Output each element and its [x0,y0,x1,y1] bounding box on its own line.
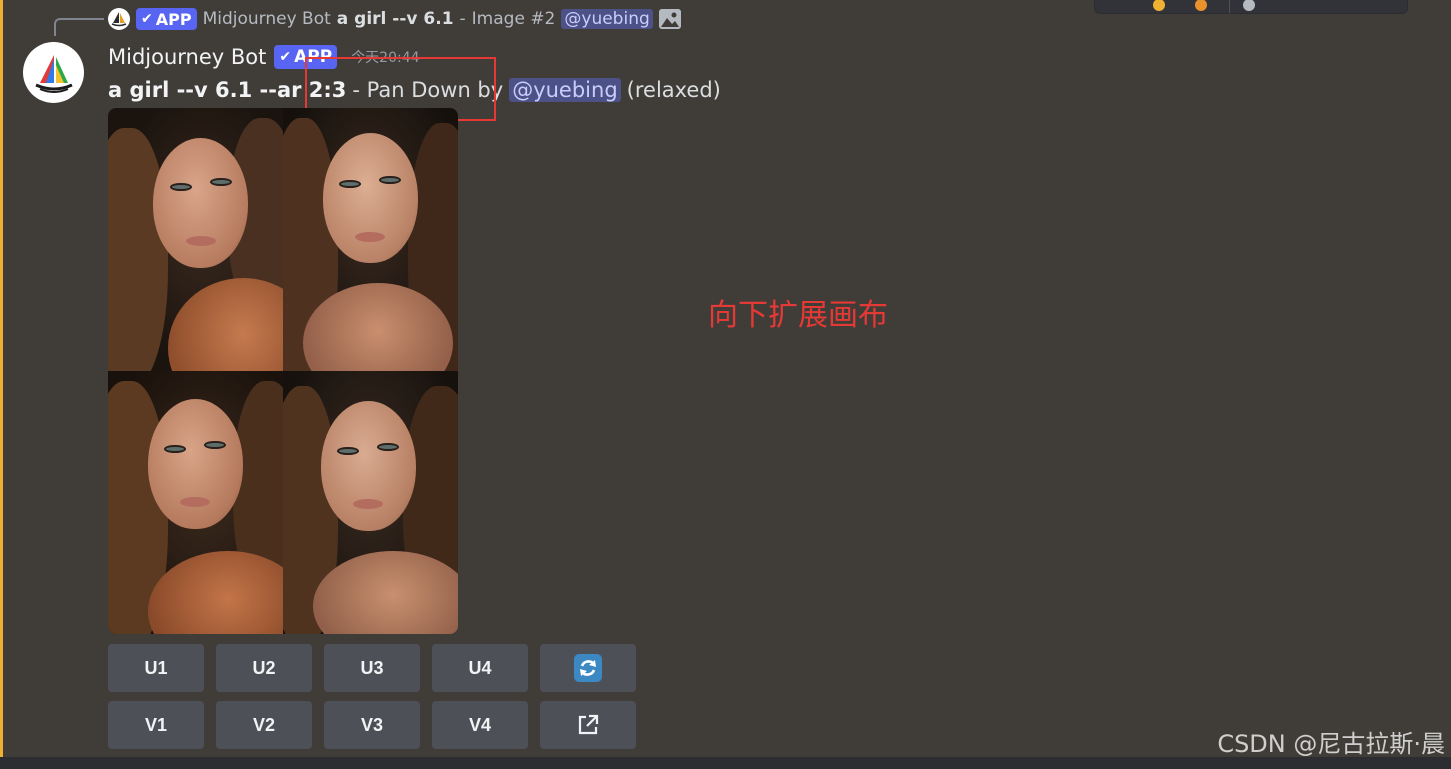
image-tile[interactable] [283,108,458,371]
watermark: CSDN @尼古拉斯·晨 [1217,730,1445,758]
more-options-icon[interactable] [1243,0,1255,11]
checkmark-icon: ✔ [141,11,153,27]
variation-1-button[interactable]: V1 [108,701,204,749]
mode-text: (relaxed) [626,78,721,102]
checkmark-icon: ✔ [279,49,292,65]
reply-reference[interactable]: ✔ APP Midjourney Bot a girl --v 6.1 - Im… [108,6,681,32]
variation-3-button[interactable]: V3 [324,701,420,749]
variation-2-button[interactable]: V2 [216,701,312,749]
variation-4-button[interactable]: V4 [432,701,528,749]
upscale-2-button[interactable]: U2 [216,644,312,692]
mention-highlight-bar [0,0,3,769]
app-badge: ✔ APP [136,8,197,30]
upscale-4-button[interactable]: U4 [432,644,528,692]
user-mention[interactable]: @yuebing [509,78,621,102]
reroll-button[interactable] [540,644,636,692]
author-username[interactable]: Midjourney Bot [108,45,266,69]
image-tile[interactable] [283,371,458,634]
app-badge-label: APP [155,9,192,29]
toolbar-divider [1229,0,1230,13]
reply-separator: - [459,9,466,29]
reply-image-label: Image #2 [471,9,556,29]
message-actions-toolbar[interactable] [1094,0,1408,14]
upscale-3-button[interactable]: U3 [324,644,420,692]
image-tile[interactable] [108,108,283,371]
image-icon [658,9,681,29]
image-tile[interactable] [108,371,283,634]
sailboat-icon [111,12,127,27]
generated-image-grid[interactable] [108,108,458,634]
bot-avatar-small[interactable] [108,8,130,30]
reaction-icon[interactable] [1153,0,1165,11]
external-link-icon [578,714,599,735]
reply-author-name[interactable]: Midjourney Bot [203,9,331,29]
refresh-icon [574,654,602,682]
upscale-1-button[interactable]: U1 [108,644,204,692]
reply-prompt-text: a girl --v 6.1 [336,9,454,29]
bottom-edge [0,757,1451,769]
sailboat-icon [34,54,73,93]
reply-connector [54,18,104,36]
annotation-label: 向下扩展画布 [708,298,888,333]
open-link-button[interactable] [540,701,636,749]
reaction-icon[interactable] [1195,0,1207,11]
bot-avatar[interactable] [23,42,84,103]
reply-user-mention[interactable]: @yuebing [561,9,653,29]
